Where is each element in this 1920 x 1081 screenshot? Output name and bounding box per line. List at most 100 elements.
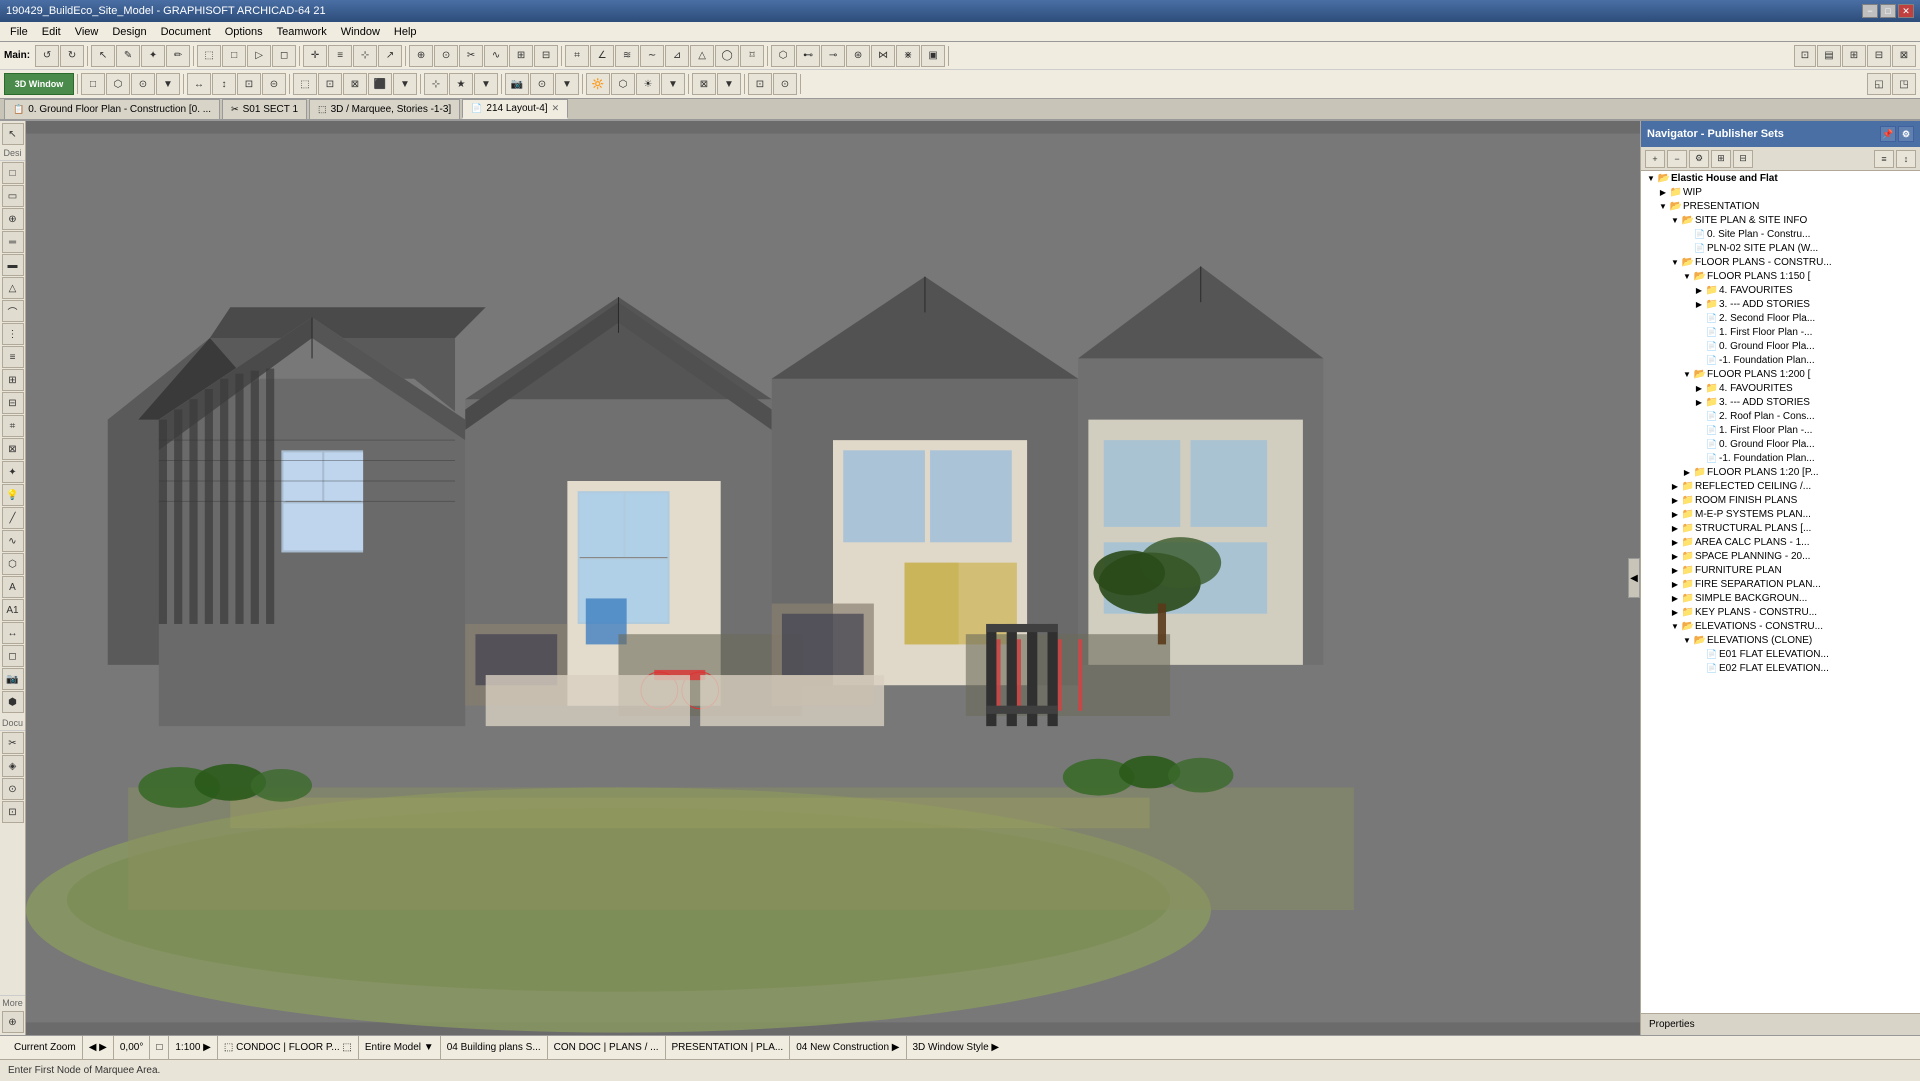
lt-tool-door[interactable]: ⌗ [2, 415, 24, 437]
edit-tool-button[interactable]: ✎ [116, 45, 140, 67]
lt-select-tool[interactable]: □ [2, 162, 24, 184]
close-button[interactable]: ✕ [1898, 4, 1914, 18]
tb2-btn-14[interactable]: ⊙ [530, 73, 554, 95]
tree-fp150-2nd[interactable]: ▶ 📄 2. Second Floor Pla... [1641, 311, 1920, 325]
tree-elev-clone[interactable]: ▼ 📂 ELEVATIONS (CLONE) [1641, 633, 1920, 647]
tb2-btn-4[interactable]: ↔ [187, 73, 211, 95]
tb-btn-7[interactable]: ↗ [378, 45, 402, 67]
tb-r-btn-3[interactable]: ⊠ [1892, 45, 1916, 67]
tb2-r-btn-2[interactable]: ◳ [1892, 73, 1916, 95]
lt-doc-detail[interactable]: ⊙ [2, 778, 24, 800]
tb-r-btn-1[interactable]: ⊞ [1842, 45, 1866, 67]
lt-tool-label[interactable]: A1 [2, 599, 24, 621]
menu-window[interactable]: Window [335, 24, 386, 40]
tree-fp200[interactable]: ▼ 📂 FLOOR PLANS 1:200 [ [1641, 367, 1920, 381]
status-scale[interactable]: 1:100 ▶ [169, 1036, 218, 1059]
tb2-btn-2[interactable]: ⬡ [106, 73, 130, 95]
lt-doc-elevation[interactable]: ◈ [2, 755, 24, 777]
tree-expand-btn[interactable]: ⊞ [1711, 150, 1731, 168]
tb-btn-1[interactable]: □ [222, 45, 246, 67]
tb-btn-3[interactable]: ◻ [272, 45, 296, 67]
menu-file[interactable]: File [4, 24, 34, 40]
status-snap[interactable]: □ [150, 1036, 169, 1059]
lt-tool-beam[interactable]: ═ [2, 231, 24, 253]
tree-fp150-add[interactable]: ▶ 📁 3. --- ADD STORIES [1641, 297, 1920, 311]
tb2-btn-18[interactable]: ⊠ [692, 73, 716, 95]
lt-tool-roof[interactable]: △ [2, 277, 24, 299]
tree-site-0[interactable]: ▶ 📄 0. Site Plan - Constru... [1641, 227, 1920, 241]
canvas-area[interactable]: ◀ [26, 121, 1640, 1035]
lt-tool-lamp[interactable]: 💡 [2, 484, 24, 506]
tab-ground-floor[interactable]: 📋 0. Ground Floor Plan - Construction [0… [4, 99, 220, 119]
menu-help[interactable]: Help [388, 24, 423, 40]
tree-fp150-1st[interactable]: ▶ 📄 1. First Floor Plan -... [1641, 325, 1920, 339]
tree-space-planning[interactable]: ▶ 📁 SPACE PLANNING - 20... [1641, 549, 1920, 563]
panel-settings-button[interactable]: ⚙ [1898, 126, 1914, 142]
tb2-btn-3[interactable]: ⊙ [131, 73, 155, 95]
select-button[interactable]: ⬚ [197, 45, 221, 67]
tree-new-btn[interactable]: + [1645, 150, 1665, 168]
panel-collapse-arrow[interactable]: ◀ [1628, 558, 1640, 598]
lt-tool-poly[interactable]: ⬡ [2, 553, 24, 575]
tree-root[interactable]: ▼ 📂 Elastic House and Flat [1641, 171, 1920, 185]
tree-fp150[interactable]: ▼ 📂 FLOOR PLANS 1:150 [ [1641, 269, 1920, 283]
tree-furniture[interactable]: ▶ 📁 FURNITURE PLAN [1641, 563, 1920, 577]
lt-tool-shell[interactable]: ⌒ [2, 300, 24, 322]
tb-btn-25[interactable]: ⊛ [846, 45, 870, 67]
tree-props-btn[interactable]: ⚙ [1689, 150, 1709, 168]
tb-btn-17[interactable]: ∼ [640, 45, 664, 67]
tb2-btn-10[interactable]: ⊠ [343, 73, 367, 95]
tree-floor-plans[interactable]: ▼ 📂 FLOOR PLANS - CONSTRU... [1641, 255, 1920, 269]
tb-btn-14[interactable]: ⌗ [565, 45, 589, 67]
tree-fp200-add[interactable]: ▶ 📁 3. --- ADD STORIES [1641, 395, 1920, 409]
tb2-btn-19[interactable]: ⊡ [748, 73, 772, 95]
tb2-btn-dropdown4[interactable]: ▼ [555, 73, 579, 95]
tree-fp150-gf[interactable]: ▶ 📄 0. Ground Floor Pla... [1641, 339, 1920, 353]
tb2-btn-1[interactable]: □ [81, 73, 105, 95]
tb2-camera-btn[interactable]: 📷 [505, 73, 529, 95]
tree-sort-btn[interactable]: ↕ [1896, 150, 1916, 168]
tree-fp200-fav[interactable]: ▶ 📁 4. FAVOURITES [1641, 381, 1920, 395]
restore-button[interactable]: □ [1880, 4, 1896, 18]
menu-design[interactable]: Design [106, 24, 152, 40]
tab-s01-sect1[interactable]: ✂ S01 SECT 1 [222, 99, 307, 119]
tree-collapse-btn[interactable]: ⊟ [1733, 150, 1753, 168]
lt-tool-mesh[interactable]: ⋮ [2, 323, 24, 345]
lt-tool-line[interactable]: ╱ [2, 507, 24, 529]
lt-tool-slab[interactable]: ▬ [2, 254, 24, 276]
navigator-tree[interactable]: ▼ 📂 Elastic House and Flat ▶ 📁 WIP ▼ 📂 P… [1641, 171, 1920, 1013]
status-building-plans[interactable]: 04 Building plans S... [441, 1036, 548, 1059]
tree-fp200-roof[interactable]: ▶ 📄 2. Roof Plan - Cons... [1641, 409, 1920, 423]
status-con-doc[interactable]: CON DOC | PLANS / ... [548, 1036, 666, 1059]
status-condoc[interactable]: ⬚ CONDOC | FLOOR P... ⬚ [218, 1036, 359, 1059]
tb-btn-21[interactable]: ⌑ [740, 45, 764, 67]
3d-window-button[interactable]: 3D Window [4, 73, 74, 95]
tb-btn-15[interactable]: ∠ [590, 45, 614, 67]
tree-mep[interactable]: ▶ 📁 M-E-P SYSTEMS PLAN... [1641, 507, 1920, 521]
menu-view[interactable]: View [69, 24, 105, 40]
lt-arrow-tool[interactable]: ↖ [2, 123, 24, 145]
tb-btn-9[interactable]: ⊙ [434, 45, 458, 67]
tb2-btn-dropdown[interactable]: ▼ [156, 73, 180, 95]
tb-btn-16[interactable]: ≋ [615, 45, 639, 67]
properties-tab[interactable]: Properties [1641, 1013, 1920, 1035]
tree-site-pln02[interactable]: ▶ 📄 PLN-02 SITE PLAN (W... [1641, 241, 1920, 255]
tb-btn-11[interactable]: ∿ [484, 45, 508, 67]
lt-tool-window[interactable]: ⊠ [2, 438, 24, 460]
tree-fp200-gf[interactable]: ▶ 📄 0. Ground Floor Pla... [1641, 437, 1920, 451]
menu-options[interactable]: Options [219, 24, 269, 40]
tab-layout4[interactable]: 📄 214 Layout-4] ✕ [462, 99, 568, 119]
tb2-btn-16[interactable]: ⬡ [611, 73, 635, 95]
tree-reflected-ceiling[interactable]: ▶ 📁 REFLECTED CEILING /... [1641, 479, 1920, 493]
lt-tool-camera[interactable]: 📷 [2, 668, 24, 690]
redo-button[interactable]: ↻ [60, 45, 84, 67]
palettes-btn[interactable]: ▤ [1817, 45, 1841, 67]
tree-presentation[interactable]: ▼ 📂 PRESENTATION [1641, 199, 1920, 213]
lt-tool-wall[interactable]: ▭ [2, 185, 24, 207]
panel-pin-button[interactable]: 📌 [1880, 126, 1896, 142]
tree-e01[interactable]: ▶ 📄 E01 FLAT ELEVATION... [1641, 647, 1920, 661]
tb2-btn-dropdown2[interactable]: ▼ [393, 73, 417, 95]
tb2-btn-dropdown5[interactable]: ▼ [661, 73, 685, 95]
tb2-btn-11[interactable]: ⬛ [368, 73, 392, 95]
tb2-r-btn-1[interactable]: ◱ [1867, 73, 1891, 95]
